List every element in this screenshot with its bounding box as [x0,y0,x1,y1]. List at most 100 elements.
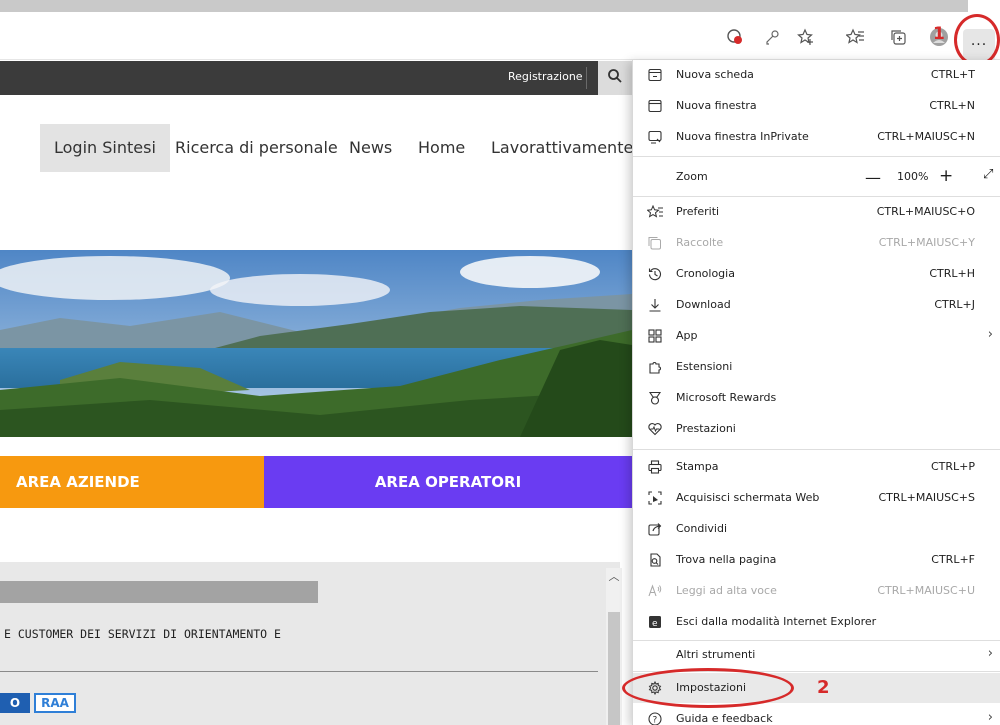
menu-item-nuova-scheda[interactable]: Nuova scheda CTRL+T [633,60,1000,90]
area-aziende-button[interactable]: AREA AZIENDE [0,456,264,508]
menu-item-shortcut: CTRL+F [931,553,975,566]
menu-item-trova-nella-pagina[interactable]: Trova nella pagina CTRL+F [633,545,1000,575]
menu-item-preferiti[interactable]: Preferiti CTRL+MAIUSC+O [633,197,1000,227]
history-icon [646,265,664,283]
menu-item-estensioni[interactable]: Estensioni [633,352,1000,382]
menu-item-shortcut: CTRL+MAIUSC+Y [878,236,975,249]
nav-item-login-sintesi[interactable]: Login Sintesi [40,124,170,172]
badge-raa[interactable]: RAA [34,693,76,713]
menu-item-label: Altri strumenti [676,648,756,661]
menu-item-cronologia[interactable]: Cronologia CTRL+H [633,259,1000,289]
menu-item-zoom: Zoom — 100% + ⤢ [633,161,1000,193]
zoom-in-button[interactable]: + [939,166,953,186]
browser-toolbar: ··· [0,12,1000,61]
rewards-icon [646,389,664,407]
menu-item-label: Condividi [676,522,728,535]
area-operatori-button[interactable]: AREA OPERATORI [264,456,632,508]
web-capture-icon [646,489,664,507]
menu-item-nuova-finestra[interactable]: Nuova finestra CTRL+N [633,91,1000,121]
panel-header-bar [0,581,318,603]
collections-icon [646,234,664,252]
annotation-circle-2 [622,668,794,708]
menu-item-stampa[interactable]: Stampa CTRL+P [633,452,1000,482]
zoom-level: 100% [897,170,929,183]
share-icon [646,520,664,538]
tab-strip [0,0,968,12]
menu-item-label: Leggi ad alta voce [676,584,777,597]
read-aloud-icon [646,582,664,600]
menu-item-label: Download [676,298,731,311]
menu-item-shortcut: CTRL+MAIUSC+U [877,584,975,597]
menu-item-acquisisci-schermata[interactable]: Acquisisci schermata Web CTRL+MAIUSC+S [633,483,1000,513]
menu-item-shortcut: CTRL+MAIUSC+S [878,491,975,504]
menu-item-label: Raccolte [676,236,724,249]
menu-item-condividi[interactable]: Condividi [633,514,1000,544]
add-favorite-icon[interactable] [795,26,817,48]
scroll-up-arrow-icon[interactable]: ︿ [606,568,622,584]
menu-separator [633,449,1000,450]
ie-mode-icon: e [646,613,664,631]
annotation-number-2: 2 [817,677,830,698]
badge-o[interactable]: O [0,693,30,713]
menu-item-microsoft-rewards[interactable]: Microsoft Rewards [633,383,1000,413]
menu-item-raccolte: Raccolte CTRL+MAIUSC+Y [633,228,1000,258]
menu-item-label: App [676,329,698,342]
register-link[interactable]: Registrazione [508,70,583,83]
site-search-button[interactable] [598,61,632,95]
chevron-right-icon: › [987,710,993,725]
extensions-icon [646,358,664,376]
menu-item-label: Acquisisci schermata Web [676,491,820,504]
new-tab-icon [646,66,664,84]
menu-item-app[interactable]: App › [633,321,1000,351]
fullscreen-icon[interactable]: ⤢ [983,167,993,182]
content-panel: E CUSTOMER DEI SERVIZI DI ORIENTAMENTO E… [0,562,620,725]
collections-icon[interactable] [888,26,910,48]
site-header-bar: Registrazione [0,61,632,95]
menu-item-prestazioni[interactable]: Prestazioni [633,414,1000,444]
svg-text:?: ? [653,716,658,725]
menu-item-esci-ie-mode[interactable]: e Esci dalla modalità Internet Explorer [633,607,1000,637]
menu-item-shortcut: CTRL+MAIUSC+N [877,130,975,143]
menu-item-label: Prestazioni [676,422,736,435]
favorites-icon[interactable] [844,26,866,48]
zoom-controls: — 100% + ⤢ [633,166,1000,188]
menu-item-shortcut: CTRL+MAIUSC+O [876,205,975,218]
menu-item-shortcut: CTRL+N [929,99,975,112]
menu-separator [633,156,1000,157]
nav-item-lavorattivamente[interactable]: Lavorattivamente [491,124,633,172]
menu-item-label: Guida e feedback [676,712,773,725]
settings-and-more-menu: Nuova scheda CTRL+T Nuova finestra CTRL+… [632,60,1000,725]
browser-top-strip [0,0,1000,12]
header-divider [586,67,587,89]
menu-item-inprivate[interactable]: Nuova finestra InPrivate CTRL+MAIUSC+N [633,122,1000,152]
menu-item-label: Trova nella pagina [676,553,777,566]
lake-landscape-banner [0,250,632,437]
help-icon: ? [646,710,664,725]
svg-text:e: e [652,619,658,629]
annotation-circle-1 [954,14,1000,66]
menu-item-shortcut: CTRL+P [930,460,975,473]
performance-icon [646,420,664,438]
menu-item-leggi-ad-alta-voce: Leggi ad alta voce CTRL+MAIUSC+U [633,576,1000,606]
zoom-out-button[interactable]: — [865,168,881,187]
chevron-right-icon: › [987,646,993,661]
nav-item-home[interactable]: Home [418,124,465,172]
print-icon [646,458,664,476]
menu-item-label: Stampa [676,460,719,473]
menu-item-altri-strumenti[interactable]: Altri strumenti › [633,640,1000,670]
menu-item-download[interactable]: Download CTRL+J [633,290,1000,320]
scroll-thumb[interactable] [608,612,620,725]
menu-item-label: Microsoft Rewards [676,391,777,404]
new-window-icon [646,97,664,115]
panel-scrollbar[interactable]: ︿ [606,568,622,725]
nav-item-news[interactable]: News [349,124,392,172]
nav-item-ricerca-personale[interactable]: Ricerca di personale [175,124,338,172]
find-icon [646,551,664,569]
search-icon [607,68,623,88]
screenshot-root: ··· 1 Registrazione Login Sintesi Ricerc… [0,0,1000,725]
menu-item-label: Estensioni [676,360,733,373]
chevron-right-icon: › [987,327,993,342]
key-icon[interactable] [761,26,783,48]
menu-item-label: Nuova finestra [676,99,757,112]
tracker-block-icon[interactable] [724,26,746,48]
